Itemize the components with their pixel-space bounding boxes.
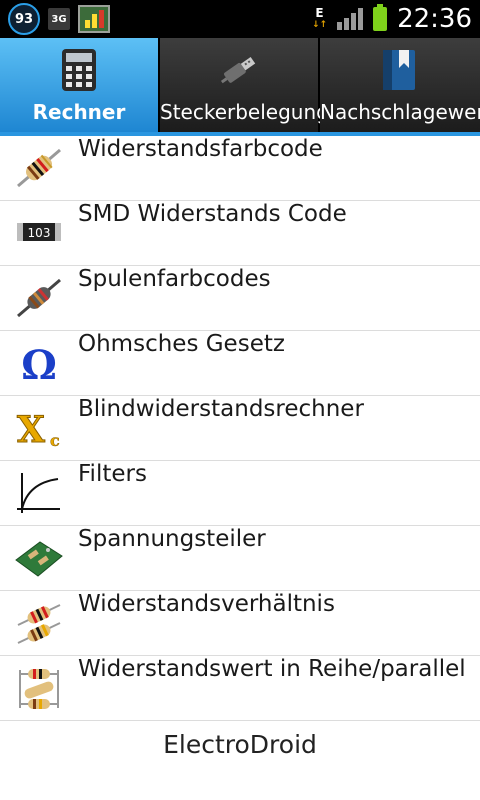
calculator-icon	[62, 49, 96, 91]
resistor-ratio-icon	[17, 604, 61, 644]
list-item-label: Widerstandsverhältnis	[78, 591, 335, 617]
series-parallel-icon	[19, 669, 59, 709]
list-item-label: Widerstandsfarbcode	[78, 136, 323, 162]
battery-icon	[373, 4, 388, 31]
omega-icon: Ω	[21, 342, 57, 387]
svg-text:c: c	[50, 431, 60, 450]
tab-label: Steckerbelegung	[160, 100, 329, 124]
book-icon	[383, 50, 415, 90]
list-item-filters[interactable]: Filters	[0, 461, 480, 526]
status-bar: 93 3G E ↓↑ 22:36	[0, 0, 480, 38]
list-item-smd-widerstands-code[interactable]: 103 SMD Widerstands Code	[0, 201, 480, 266]
tab-label: Rechner	[32, 100, 126, 124]
clock: 22:36	[397, 4, 472, 34]
list-item-label: Widerstandswert in Reihe/parallel	[78, 656, 466, 682]
list-item-label: Spulenfarbcodes	[78, 266, 271, 292]
svg-text:103: 103	[28, 226, 51, 240]
notification-count-icon[interactable]: 93	[8, 3, 40, 35]
reactance-icon: X c	[17, 409, 61, 452]
tab-steckerbelegung[interactable]: Steckerbelegung	[160, 38, 329, 132]
inductor-icon	[17, 278, 61, 318]
app-notification-icon[interactable]	[78, 5, 110, 33]
tab-label: Nachschlagewerk	[320, 100, 480, 124]
filter-curve-icon	[17, 473, 60, 513]
list-item-label: SMD Widerstands Code	[78, 201, 347, 227]
smd-resistor-icon: 103	[17, 223, 61, 241]
list-item-widerstandswert-reihe-parallel[interactable]: Widerstandswert in Reihe/parallel	[0, 656, 480, 721]
list-item-blindwiderstandsrechner[interactable]: X c Blindwiderstandsrechner	[0, 396, 480, 461]
list-item-widerstandsfarbcode[interactable]: Widerstandsfarbcode	[0, 136, 480, 201]
svg-text:X: X	[17, 409, 45, 451]
list-item-label: Ohmsches Gesetz	[78, 331, 285, 357]
list-item-label: Blindwiderstandsrechner	[78, 396, 364, 422]
list-item-label: Filters	[78, 461, 147, 487]
data-indicator-icon: E ↓↑	[311, 6, 328, 30]
voltage-divider-icon	[15, 541, 63, 577]
list-item-label: Spannungsteiler	[78, 526, 266, 552]
tab-nachschlagewerk[interactable]: Nachschlagewerk	[320, 38, 480, 132]
usb-plug-icon	[220, 56, 256, 84]
calculator-menu-list: Widerstandsfarbcode 103 SMD Widerstands …	[0, 136, 480, 721]
list-item-widerstandsverhaeltnis[interactable]: Widerstandsverhältnis	[0, 591, 480, 656]
svg-text:Ω: Ω	[21, 342, 57, 387]
network-type-icon: 3G	[48, 8, 70, 30]
list-item-spulenfarbcodes[interactable]: Spulenfarbcodes	[0, 266, 480, 331]
app-name-footer: ElectroDroid	[163, 730, 317, 759]
resistor-icon	[17, 148, 61, 188]
list-item-ohmsches-gesetz[interactable]: Ω Ohmsches Gesetz	[0, 331, 480, 396]
signal-icon	[337, 8, 364, 30]
list-item-spannungsteiler[interactable]: Spannungsteiler	[0, 526, 480, 591]
tab-rechner[interactable]: Rechner	[0, 38, 160, 132]
tab-bar: Rechner Steckerbelegung Nachschlagewerk	[0, 38, 480, 132]
